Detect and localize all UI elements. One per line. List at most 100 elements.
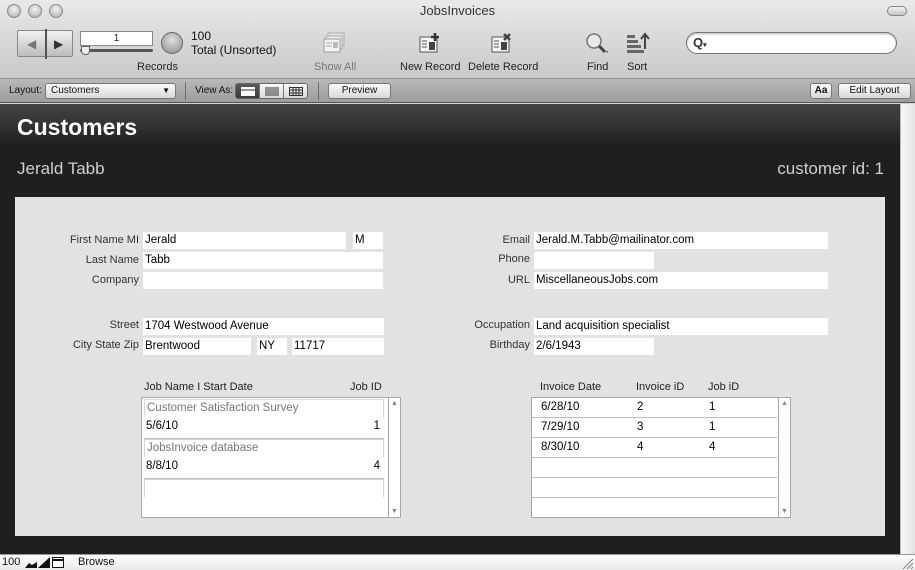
email-label: Email <box>502 234 530 246</box>
record-slider[interactable] <box>80 46 153 55</box>
toolbar-toggle-button[interactable] <box>887 6 907 16</box>
toggle-status-toolbar-icon[interactable] <box>52 557 64 568</box>
company-field[interactable] <box>143 272 383 289</box>
job-id[interactable]: 1 <box>374 420 380 432</box>
job-start-date[interactable]: 8/8/10 <box>146 460 178 472</box>
invoice-job-id[interactable]: 1 <box>709 401 715 413</box>
scroll-down-icon[interactable]: ▼ <box>391 508 398 515</box>
sort-button[interactable]: Sort <box>627 61 647 73</box>
invoices-portal-row[interactable]: 6/28/10 2 1 <box>532 398 777 418</box>
delete-record-button[interactable]: Delete Record <box>468 61 538 73</box>
street-field[interactable]: 1704 Westwood Avenue <box>143 318 384 335</box>
search-icon[interactable]: Q▾ <box>693 35 707 50</box>
record-navigator[interactable]: ◀ ▶ <box>17 29 73 59</box>
last-name-field[interactable]: Tabb <box>143 252 383 269</box>
find-magnifier-icon[interactable] <box>585 32 609 54</box>
table-view-icon <box>288 86 303 96</box>
invoices-portal-empty-row[interactable] <box>532 478 777 498</box>
invoice-id[interactable]: 2 <box>637 401 643 413</box>
first-name-label: First Name MI <box>69 234 139 246</box>
new-record-button[interactable]: New Record <box>400 61 461 73</box>
invoice-id[interactable]: 4 <box>637 441 643 453</box>
jobs-portal-scrollbar[interactable]: ▲ ▼ <box>388 398 400 517</box>
street-label: Street <box>109 319 139 331</box>
new-record-icon[interactable] <box>418 32 442 54</box>
scroll-up-icon[interactable]: ▲ <box>781 400 788 407</box>
sort-icon[interactable] <box>626 32 650 54</box>
phone-field[interactable] <box>534 252 654 269</box>
email-field[interactable]: Jerald.M.Tabb@mailinator.com <box>534 232 828 249</box>
job-id[interactable]: 4 <box>374 460 380 472</box>
scroll-down-icon[interactable]: ▼ <box>781 508 788 515</box>
job-name[interactable]: JobsInvoice database <box>144 439 384 457</box>
delete-record-icon[interactable] <box>490 32 514 54</box>
occupation-label: Occupation <box>474 319 530 331</box>
show-all-icon[interactable] <box>322 32 346 54</box>
invoice-job-id[interactable]: 4 <box>709 441 715 453</box>
invoices-portal[interactable]: 6/28/10 2 1 7/29/10 3 1 8/30/10 4 4 ▲ ▼ <box>531 397 791 518</box>
quick-find-search[interactable]: Q▾ <box>686 32 897 54</box>
zip-field[interactable]: 11717 <box>292 338 384 355</box>
previous-record-icon[interactable]: ◀ <box>27 37 36 51</box>
view-as-segmented[interactable] <box>235 83 308 99</box>
invoices-portal-row[interactable]: 8/30/10 4 4 <box>532 438 777 458</box>
invoice-date[interactable]: 7/29/10 <box>541 421 579 433</box>
invoice-id[interactable]: 3 <box>637 421 643 433</box>
scroll-up-icon[interactable]: ▲ <box>391 400 398 407</box>
view-as-form-button[interactable] <box>236 84 260 98</box>
quick-find-input[interactable] <box>713 36 888 51</box>
job-name[interactable]: Customer Satisfaction Survey <box>144 399 384 417</box>
invoices-portal-scrollbar[interactable]: ▲ ▼ <box>778 398 790 517</box>
invoices-portal-empty-row[interactable] <box>532 458 777 478</box>
city-field[interactable]: Brentwood <box>143 338 251 355</box>
customer-form-panel: First Name MI Jerald M Last Name Tabb Co… <box>15 197 885 536</box>
sort-status-label: Total (Unsorted) <box>191 43 277 57</box>
layout-content: Customers Jerald Tabb customer id: 1 Fir… <box>0 104 900 554</box>
url-field[interactable]: MiscellaneousJobs.com <box>534 272 828 289</box>
form-view-icon <box>240 86 255 96</box>
find-button[interactable]: Find <box>587 61 608 73</box>
window-title: JobsInvoices <box>419 3 496 18</box>
occupation-field[interactable]: Land acquisition specialist <box>534 318 828 335</box>
middle-initial-field[interactable]: M <box>353 232 383 249</box>
company-label: Company <box>91 274 139 286</box>
next-record-icon[interactable]: ▶ <box>54 37 63 51</box>
record-slider-thumb[interactable] <box>80 46 90 55</box>
window-vertical-scrollbar[interactable] <box>900 104 915 554</box>
mode-indicator[interactable]: Browse <box>78 556 115 568</box>
invoice-date[interactable]: 6/28/10 <box>541 401 579 413</box>
layout-label: Layout: <box>9 85 42 96</box>
layout-bar: Layout: Customers ▼ View As: Preview Aa … <box>0 79 915 103</box>
jobs-portal-empty-row[interactable] <box>144 479 384 519</box>
zoom-level[interactable]: 100 <box>2 556 20 568</box>
invoices-portal-row[interactable]: 7/29/10 3 1 <box>532 418 777 438</box>
invoice-job-id[interactable]: 1 <box>709 421 715 433</box>
view-as-label: View As: <box>195 85 234 96</box>
last-name-label: Last Name <box>85 254 139 266</box>
first-name-field[interactable]: Jerald <box>143 232 346 249</box>
jobs-portal[interactable]: Customer Satisfaction Survey 5/6/10 1 Jo… <box>141 397 401 518</box>
jobs-portal-row[interactable]: JobsInvoice database 8/8/10 4 <box>144 439 384 479</box>
layout-select[interactable]: Customers ▼ <box>45 83 176 99</box>
jobs-portal-row[interactable]: Customer Satisfaction Survey 5/6/10 1 <box>144 399 384 439</box>
zoom-in-icon[interactable] <box>38 557 50 568</box>
birthday-field[interactable]: 2/6/1943 <box>534 338 654 355</box>
status-bar: 100 Browse <box>0 554 915 570</box>
current-record-input[interactable]: 1 <box>80 31 153 46</box>
state-field[interactable]: NY <box>257 338 287 355</box>
view-as-table-button[interactable] <box>284 84 307 98</box>
invoice-date[interactable]: 8/30/10 <box>541 441 579 453</box>
url-label: URL <box>507 274 530 286</box>
job-name-empty[interactable] <box>144 479 384 497</box>
text-formatting-button[interactable]: Aa <box>810 83 832 99</box>
show-all-button[interactable]: Show All <box>314 61 356 73</box>
job-start-date[interactable]: 5/6/10 <box>146 420 178 432</box>
preview-button[interactable]: Preview <box>328 83 391 99</box>
view-as-list-button[interactable] <box>260 84 284 98</box>
phone-label: Phone <box>498 253 530 265</box>
resize-grip-icon[interactable] <box>901 557 913 569</box>
page-title: Customers <box>17 114 138 140</box>
edit-layout-button[interactable]: Edit Layout <box>838 83 911 99</box>
invoices-portal-empty-row[interactable] <box>532 498 777 518</box>
zoom-out-icon[interactable] <box>25 557 37 568</box>
